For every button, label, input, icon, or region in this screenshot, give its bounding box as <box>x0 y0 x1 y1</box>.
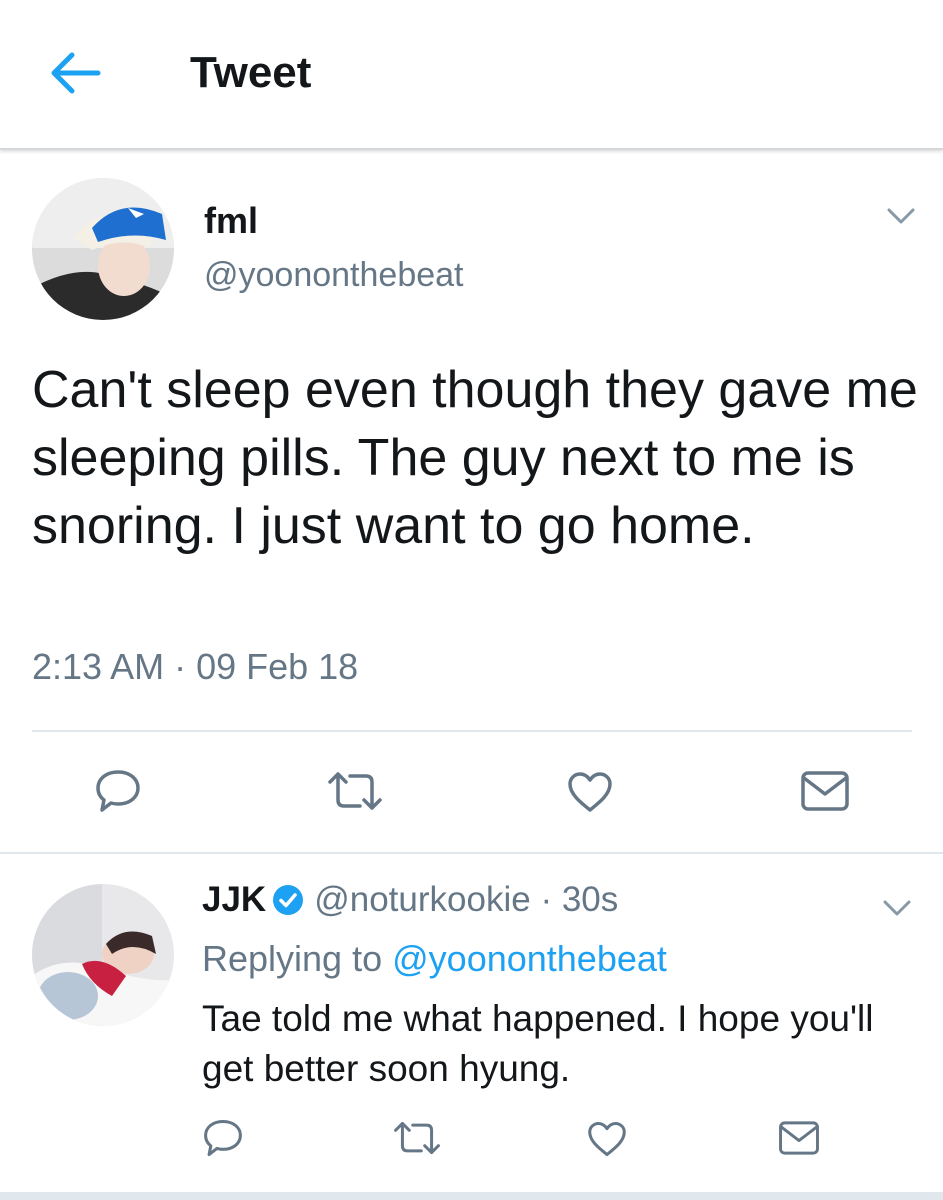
reply-retweet-button[interactable] <box>392 1120 442 1156</box>
replying-to-mention[interactable]: @yoononthebeat <box>392 938 667 979</box>
reply-message-button[interactable] <box>778 1120 820 1156</box>
back-button[interactable] <box>48 50 102 96</box>
retweet-icon <box>328 772 382 810</box>
reply-handle[interactable]: @noturkookie <box>314 880 530 919</box>
reply-text: Tae told me what happened. I hope you'll… <box>202 998 874 1089</box>
heart-icon <box>568 772 612 812</box>
reply-button[interactable] <box>94 768 142 814</box>
like-button[interactable] <box>566 770 614 814</box>
user-handle[interactable]: @yoononthebeat <box>204 256 464 295</box>
direct-message-button[interactable] <box>800 770 850 812</box>
display-name[interactable]: fml <box>204 200 258 242</box>
chevron-down-icon <box>887 208 915 224</box>
divider <box>0 852 943 854</box>
reply-icon <box>96 770 140 812</box>
top-bar: Tweet <box>0 0 943 150</box>
arrow-left-icon <box>51 52 101 94</box>
replying-to: Replying to @yoononthebeat <box>202 938 667 980</box>
page-title: Tweet <box>190 48 312 97</box>
reply-menu-button[interactable] <box>882 898 912 923</box>
reply-display-name[interactable]: JJK <box>202 880 266 919</box>
chevron-down-icon <box>883 900 911 916</box>
reply-reply-button[interactable] <box>202 1118 244 1158</box>
reply-time: · 30s <box>540 880 619 919</box>
avatar[interactable] <box>32 178 174 320</box>
envelope-icon <box>801 771 849 811</box>
reply-like-button[interactable] <box>586 1120 628 1158</box>
envelope-icon <box>779 1121 819 1155</box>
retweet-button[interactable] <box>326 770 384 812</box>
bottom-divider <box>0 1192 943 1200</box>
reply-header: JJK @noturkookie · 30s <box>202 880 618 925</box>
heart-icon <box>588 1121 626 1157</box>
divider <box>32 730 912 732</box>
verified-badge-icon <box>272 884 304 925</box>
reply-avatar[interactable] <box>32 884 174 1026</box>
retweet-icon <box>394 1121 440 1155</box>
tweet-menu-button[interactable] <box>886 206 916 231</box>
tweet-text: Can't sleep even though they gave me sle… <box>32 361 918 555</box>
replying-to-label: Replying to <box>202 938 383 979</box>
reply-icon <box>204 1119 242 1157</box>
tweet-timestamp[interactable]: 2:13 AM · 09 Feb 18 <box>32 646 358 688</box>
